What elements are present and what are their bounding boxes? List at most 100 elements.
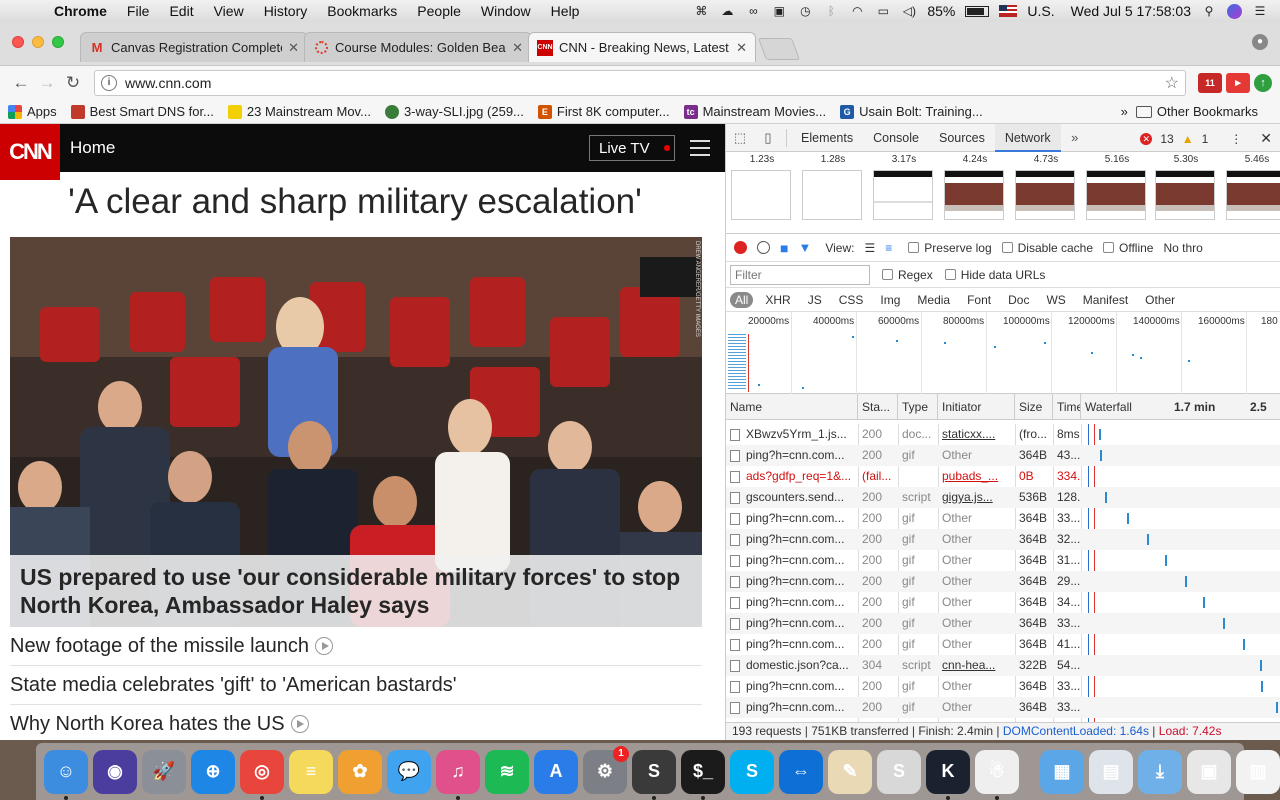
window-manager-icon[interactable]: ▣	[771, 4, 787, 18]
site-info-icon[interactable]: i	[101, 75, 117, 91]
spotlight-search-icon[interactable]: ⚲	[1201, 4, 1217, 18]
column-size[interactable]: Size	[1015, 394, 1053, 420]
filter-input[interactable]	[730, 264, 870, 285]
sublime-text-icon[interactable]: S	[632, 749, 676, 800]
messages-icon[interactable]: 💬	[387, 749, 431, 794]
type-filter-font[interactable]: Font	[962, 292, 996, 308]
tab-cnn[interactable]: CNN CNN - Breaking News, Latest N ✕	[528, 32, 756, 62]
filter-funnel-icon[interactable]: ▼	[798, 240, 811, 255]
filmstrip-frame[interactable]: 1.28s	[802, 152, 864, 220]
bluetooth-icon[interactable]: ᛒ	[823, 4, 839, 18]
safari-icon[interactable]: ⊕	[191, 749, 235, 794]
section-home-link[interactable]: Home	[70, 138, 115, 158]
video-extension-icon[interactable]: ▸	[1226, 73, 1250, 93]
profile-avatar-icon[interactable]: ●	[1252, 34, 1268, 50]
notes-icon[interactable]: ≡	[289, 749, 333, 794]
bookmark-item[interactable]: 3-way-SLI.jpg (259...	[384, 104, 524, 119]
menu-people[interactable]: People	[407, 3, 471, 19]
back-arrow-icon[interactable]: ←	[8, 73, 34, 93]
battery-icon[interactable]	[965, 5, 990, 17]
request-row[interactable]: ping?h=cnn.com... 200 gif Other 364B 33...	[726, 697, 1280, 718]
gamepad-icon[interactable]: ⌘	[693, 4, 709, 18]
input-source-label[interactable]: U.S.	[1027, 3, 1054, 19]
chrome-icon[interactable]: ◎	[240, 749, 284, 800]
photos-icon[interactable]: ✿	[338, 749, 382, 794]
creative-cloud-icon[interactable]: ∞	[745, 4, 761, 18]
system-preferences-icon[interactable]: ⚙ 1	[583, 745, 629, 794]
slack-icon[interactable]: S	[877, 749, 921, 794]
column-status[interactable]: Sta...	[858, 394, 898, 420]
cobook-icon[interactable]: ☃	[975, 749, 1019, 800]
column-time[interactable]: Time	[1053, 394, 1081, 420]
disable-cache-checkbox[interactable]: Disable cache	[1001, 241, 1093, 255]
filmstrip-frame[interactable]: 5.46s	[1226, 152, 1280, 220]
hamburger-menu-icon[interactable]	[690, 140, 710, 161]
tab-gmail[interactable]: M Canvas Registration Complete ✕	[80, 32, 308, 62]
story-link[interactable]: New footage of the missile launch	[10, 627, 702, 666]
type-filter-css[interactable]: CSS	[834, 292, 869, 308]
close-tab-icon[interactable]: ✕	[288, 40, 299, 56]
bookmark-item[interactable]: E First 8K computer...	[537, 104, 670, 119]
volume-icon[interactable]: ◁)	[901, 4, 917, 18]
request-row[interactable]: ping?h=cnn.com... 200 gif Other 364B 31...	[726, 550, 1280, 571]
request-row[interactable]: ping?h=cnn.com... 200 gif Other 364B 32...	[726, 529, 1280, 550]
bookmark-item[interactable]: Best Smart DNS for...	[70, 104, 214, 119]
airplay-icon[interactable]: ▭	[875, 4, 891, 18]
bookmark-item[interactable]: tc Mainstream Movies...	[683, 104, 826, 119]
siri-menu-icon[interactable]	[1227, 3, 1242, 19]
hide-data-urls-checkbox[interactable]: Hide data URLs	[944, 268, 1045, 282]
devtools-menu-icon[interactable]: ⋮	[1230, 132, 1242, 146]
address-bar[interactable]: i www.cnn.com ☆	[94, 70, 1186, 96]
error-count[interactable]: 13	[1160, 132, 1173, 146]
zoom-window-button[interactable]	[52, 36, 64, 48]
textedit-icon[interactable]: ✎	[828, 749, 872, 794]
time-machine-icon[interactable]: ◷	[797, 4, 813, 18]
offline-checkbox[interactable]: Offline	[1103, 241, 1153, 255]
screenshot-camera-icon[interactable]: ■	[780, 240, 788, 256]
warning-icon[interactable]: ▲	[1182, 132, 1194, 146]
request-row[interactable]: gscounters.send... 200 script gigya.js... 53…	[726, 487, 1280, 508]
downloads-folder-icon[interactable]: ⤓	[1138, 749, 1182, 794]
reload-icon[interactable]: ↻	[60, 73, 86, 93]
filmstrip-frame[interactable]: 1.23s	[731, 152, 793, 220]
page-headline[interactable]: 'A clear and sharp military escalation'	[0, 182, 710, 222]
column-type[interactable]: Type	[898, 394, 938, 420]
filmstrip-frame[interactable]: 4.73s	[1015, 152, 1077, 220]
tab-sources[interactable]: Sources	[929, 124, 995, 152]
request-row[interactable]: ping?h=cnn.com... 200 gif Other 364B 41...	[726, 634, 1280, 655]
story-link[interactable]: State media celebrates 'gift' to 'Americ…	[10, 666, 702, 705]
applications-folder-icon[interactable]: ▦	[1040, 749, 1084, 794]
forward-arrow-icon[interactable]: →	[34, 73, 60, 93]
network-overview[interactable]: 20000ms 40000ms 60000ms 80000ms 100000ms…	[726, 312, 1280, 394]
live-tv-button[interactable]: Live TV	[589, 135, 675, 161]
clock[interactable]: Wed Jul 5 17:58:03	[1071, 3, 1191, 19]
type-filter-doc[interactable]: Doc	[1003, 292, 1034, 308]
menu-help[interactable]: Help	[541, 3, 590, 19]
request-row[interactable]: XBwzv5Yrm_1.js... 200 doc... staticxx.... (f…	[726, 424, 1280, 445]
menu-history[interactable]: History	[254, 3, 318, 19]
filmstrip-frame[interactable]: 5.16s	[1086, 152, 1148, 220]
close-window-button[interactable]	[12, 36, 24, 48]
menu-bookmarks[interactable]: Bookmarks	[317, 3, 407, 19]
menu-view[interactable]: View	[204, 3, 254, 19]
request-row[interactable]: ping?h=cnn.com... 200 gif Other 364B 29...	[726, 571, 1280, 592]
bookmark-apps[interactable]: Apps	[8, 104, 57, 119]
type-filter-media[interactable]: Media	[912, 292, 955, 308]
request-row[interactable]: ping?h=cnn.com... 200 gif Other 364B 33...	[726, 676, 1280, 697]
tab-canvas[interactable]: Course Modules: Golden Bears ✕	[304, 32, 532, 62]
large-rows-icon[interactable]: ☰	[864, 241, 875, 255]
menu-edit[interactable]: Edit	[159, 3, 203, 19]
finder-icon[interactable]: ☺	[44, 749, 88, 800]
bookmark-item[interactable]: G Usain Bolt: Training...	[840, 104, 983, 119]
tab-elements[interactable]: Elements	[791, 124, 863, 152]
notification-center-icon[interactable]: ☰	[1252, 4, 1268, 18]
kindle-icon[interactable]: K	[926, 749, 970, 800]
launchpad-icon[interactable]: 🚀	[142, 749, 186, 794]
document-stack-icon[interactable]: ▥	[1236, 749, 1280, 794]
skype-icon[interactable]: S	[730, 749, 774, 794]
type-filter-all[interactable]: All	[730, 291, 754, 308]
filmstrip-frame[interactable]: 5.30s	[1155, 152, 1217, 220]
wifi-icon[interactable]: ◠	[849, 4, 865, 18]
cloud-icon[interactable]: ☁	[719, 4, 735, 18]
close-tab-icon[interactable]: ✕	[736, 40, 747, 56]
